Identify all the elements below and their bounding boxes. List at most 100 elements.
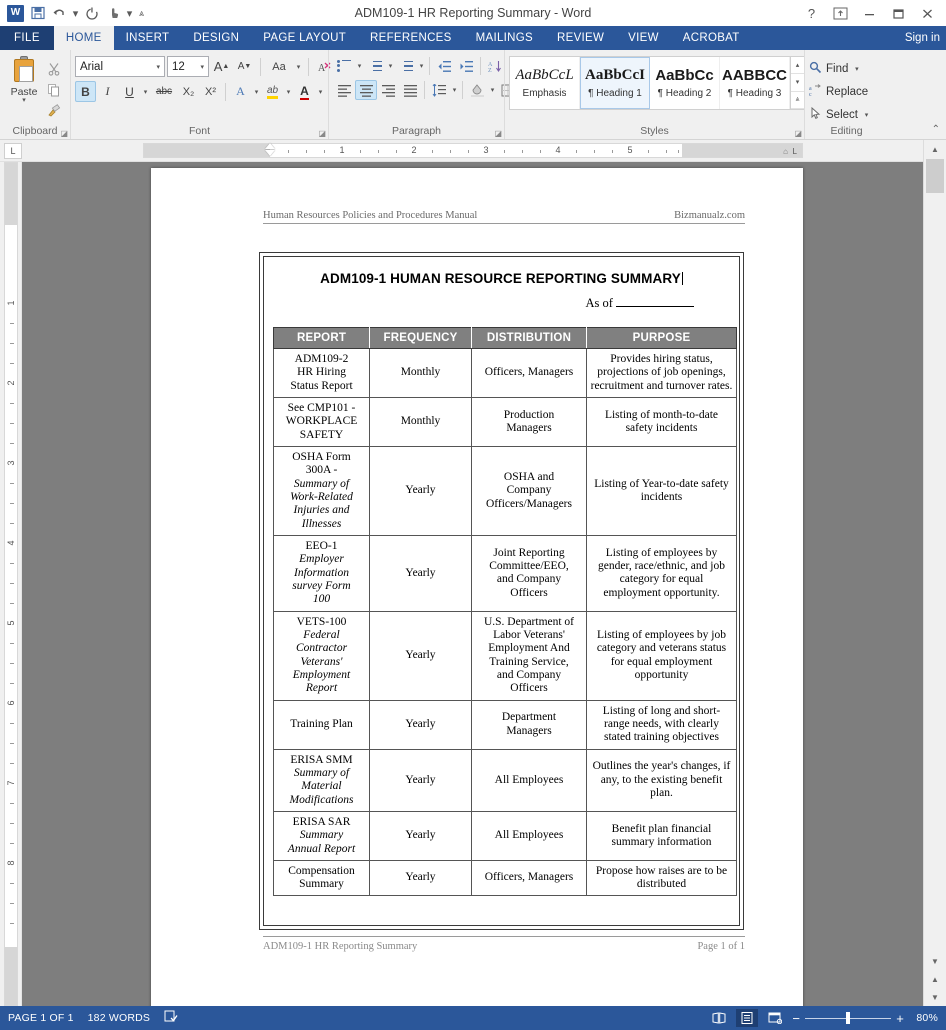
cell-frequency[interactable]: Yearly xyxy=(369,699,472,750)
zoom-slider[interactable]: − + xyxy=(792,1011,904,1026)
cell-frequency[interactable]: Yearly xyxy=(369,748,472,812)
close-icon[interactable] xyxy=(913,1,942,25)
document-header[interactable]: Human Resources Policies and Procedures … xyxy=(263,210,745,224)
cell-report[interactable]: Compensation Summary xyxy=(273,859,370,897)
shrink-font-icon[interactable]: A ▼ xyxy=(234,56,255,77)
right-indent-marker[interactable]: ⌂ xyxy=(783,147,788,156)
ribbon-display-options-icon[interactable] xyxy=(826,1,855,25)
cell-frequency[interactable]: Monthly xyxy=(369,396,472,447)
tab-insert[interactable]: INSERT xyxy=(114,26,182,50)
undo-dropdown-icon[interactable]: ▾ xyxy=(71,3,80,23)
web-layout-view-button[interactable] xyxy=(764,1009,786,1027)
cell-purpose[interactable]: Propose how raises are to be distributed xyxy=(586,859,737,897)
vertical-scrollbar[interactable]: ▲ ▼ ▲ ▼ xyxy=(923,140,946,1006)
cell-report[interactable]: ADM109-2 HR Hiring Status Report xyxy=(273,348,370,398)
minimize-icon[interactable] xyxy=(855,1,884,25)
font-name-combo[interactable]: Arial ▾ xyxy=(75,56,165,77)
shading-icon[interactable] xyxy=(466,80,488,100)
cell-frequency[interactable]: Yearly xyxy=(369,610,472,701)
styles-scroll-up-icon[interactable]: ▴ xyxy=(791,57,804,75)
style-item-heading-2[interactable]: AaBbCc ¶ Heading 2 xyxy=(650,57,720,109)
word-logo-icon[interactable]: W xyxy=(5,3,26,23)
copy-icon[interactable] xyxy=(44,80,64,99)
superscript-button[interactable]: X² xyxy=(200,81,221,102)
text-highlight-color-icon[interactable]: ab xyxy=(262,81,283,102)
bold-button[interactable]: B xyxy=(75,81,96,102)
cell-purpose[interactable]: Listing of employees by job category and… xyxy=(586,610,737,701)
redo-icon[interactable] xyxy=(81,3,102,23)
zoom-track[interactable] xyxy=(805,1012,892,1024)
table-row[interactable]: Compensation Summary Yearly Officers, Mana… xyxy=(273,859,737,897)
highlight-dropdown-icon[interactable]: ▾ xyxy=(284,88,293,96)
previous-page-icon[interactable]: ▲ xyxy=(924,970,946,988)
cell-distribution[interactable]: Officers, Managers xyxy=(471,859,587,897)
text-effects-icon[interactable]: A xyxy=(230,81,251,102)
cell-purpose[interactable]: Listing of month-to-date safety incident… xyxy=(586,396,737,447)
undo-icon[interactable] xyxy=(49,3,70,23)
style-item-heading-3[interactable]: AABBCC ¶ Heading 3 xyxy=(720,57,790,109)
numbering-icon[interactable] xyxy=(364,56,386,76)
cell-report[interactable]: ERISA SAR Summary Annual Report xyxy=(273,810,370,861)
line-spacing-icon[interactable] xyxy=(428,80,450,100)
styles-dialog-launcher[interactable]: ◪ xyxy=(794,129,802,138)
proofing-errors-icon[interactable] xyxy=(164,1010,178,1026)
cell-distribution[interactable]: Department Managers xyxy=(471,699,587,750)
scroll-down-icon[interactable]: ▼ xyxy=(924,952,946,970)
cell-purpose[interactable]: Listing of long and short-range needs, w… xyxy=(586,699,737,750)
cell-distribution[interactable]: U.S. Department of Labor Veterans' Emplo… xyxy=(471,610,587,701)
font-color-dropdown-icon[interactable]: ▾ xyxy=(316,88,325,96)
subscript-button[interactable]: X₂ xyxy=(178,81,199,102)
cut-icon[interactable] xyxy=(44,59,64,78)
cell-frequency[interactable]: Yearly xyxy=(369,810,472,861)
cell-frequency[interactable]: Monthly xyxy=(369,348,472,398)
tab-page-layout[interactable]: PAGE LAYOUT xyxy=(251,26,358,50)
restore-icon[interactable] xyxy=(884,1,913,25)
tab-view[interactable]: VIEW xyxy=(616,26,671,50)
as-of-blank[interactable] xyxy=(616,306,694,307)
change-case-dropdown-icon[interactable]: ▾ xyxy=(294,63,303,71)
shading-dropdown-icon[interactable]: ▾ xyxy=(488,86,497,94)
style-item-emphasis[interactable]: AaBbCcL Emphasis xyxy=(510,57,580,109)
print-layout-view-button[interactable] xyxy=(736,1009,759,1027)
tab-home[interactable]: HOME xyxy=(53,26,114,50)
customize-quick-access-toolbar-icon[interactable]: ⩓ xyxy=(135,3,148,23)
cell-report[interactable]: See CMP101 - WORKPLACE SAFETY xyxy=(273,396,370,447)
zoom-level[interactable]: 80% xyxy=(910,1012,938,1024)
cell-purpose[interactable]: Outlines the year's changes, if any, to … xyxy=(586,748,737,812)
touch-mode-dropdown-icon[interactable]: ▾ xyxy=(125,3,134,23)
replace-button[interactable]: ac Replace xyxy=(809,81,868,102)
cell-report[interactable]: OSHA Form 300A - Summary of Work-Related… xyxy=(273,445,370,536)
justify-icon[interactable] xyxy=(399,80,421,100)
tab-stop-marker[interactable]: L xyxy=(793,147,797,156)
tab-design[interactable]: DESIGN xyxy=(181,26,251,50)
vertical-ruler[interactable]: 1 2 3 4 5 6 7 8 xyxy=(0,162,22,1006)
document-footer[interactable]: ADM109-1 HR Reporting Summary Page 1 of … xyxy=(263,936,745,952)
sort-icon[interactable]: AZ xyxy=(484,56,506,76)
tab-file[interactable]: FILE xyxy=(0,26,54,50)
multilevel-dropdown-icon[interactable]: ▾ xyxy=(417,62,426,70)
word-count[interactable]: 182 WORDS xyxy=(88,1012,150,1024)
cell-frequency[interactable]: Yearly xyxy=(369,534,472,612)
hr-reporting-summary-table[interactable]: REPORT FREQUENCY DISTRIBUTION PURPOSE AD… xyxy=(273,327,737,897)
scrollbar-thumb[interactable] xyxy=(926,159,944,193)
align-right-icon[interactable] xyxy=(377,80,399,100)
horizontal-ruler[interactable]: L 1 2 3 4 5 ⌂ L L xyxy=(0,140,946,162)
zoom-thumb[interactable] xyxy=(846,1012,851,1024)
save-icon[interactable] xyxy=(27,3,48,23)
table-row[interactable]: EEO-1 Employer Information survey Form 1… xyxy=(273,534,737,612)
vertical-ruler-track[interactable]: 1 2 3 4 5 6 7 8 xyxy=(4,162,18,1006)
styles-more-icon[interactable]: ⩓ xyxy=(791,92,804,109)
select-dropdown-icon[interactable]: ▾ xyxy=(862,111,871,119)
tab-stop-selector-button[interactable]: L xyxy=(4,143,22,159)
cell-report[interactable]: Training Plan xyxy=(273,699,370,750)
document-canvas[interactable]: Human Resources Policies and Procedures … xyxy=(22,162,923,1006)
cell-distribution[interactable]: Joint Reporting Committee/EEO, and Compa… xyxy=(471,534,587,612)
cell-distribution[interactable]: OSHA and Company Officers/Managers xyxy=(471,445,587,536)
tab-review[interactable]: REVIEW xyxy=(545,26,616,50)
clipboard-dialog-launcher[interactable]: ◪ xyxy=(60,129,68,138)
sign-in-button[interactable]: Sign in xyxy=(905,26,940,50)
underline-dropdown-icon[interactable]: ▾ xyxy=(141,88,150,96)
table-row[interactable]: ERISA SAR Summary Annual Report Yearly All… xyxy=(273,810,737,861)
find-dropdown-icon[interactable]: ▾ xyxy=(852,65,861,73)
table-row[interactable]: Training Plan Yearly Department Managers Li… xyxy=(273,699,737,750)
